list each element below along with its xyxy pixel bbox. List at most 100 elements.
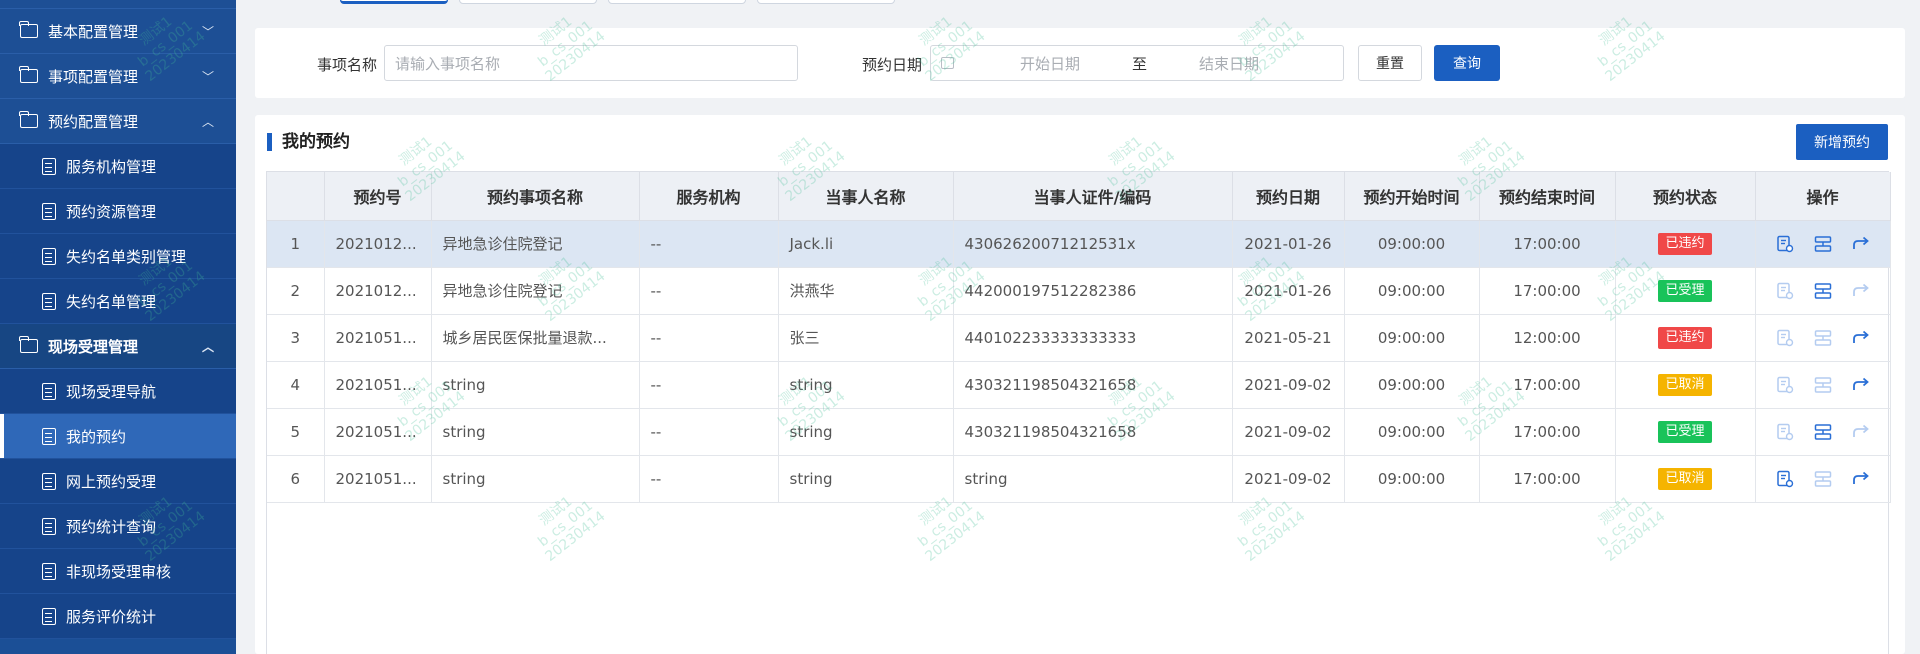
sidebar-item-stats-query[interactable]: 预约统计查询 — [0, 504, 236, 549]
sidebar-item-label: 我的预约 — [66, 427, 127, 446]
sidebar-item-blacklist-category[interactable]: 失约名单类别管理 — [0, 234, 236, 279]
row-index-cell: 4 — [267, 361, 325, 409]
reset-button[interactable]: 重置 — [1358, 45, 1422, 81]
end-time-cell: 17:00:00 — [1479, 267, 1616, 315]
tab[interactable] — [608, 0, 746, 4]
table-row[interactable]: 4 2021051... string -- string 430321198504321… — [267, 361, 1891, 409]
row-index-cell: 1 — [267, 220, 325, 268]
start-time-cell: 09:00:00 — [1344, 267, 1480, 315]
sidebar-item-label: 现场受理导航 — [66, 382, 157, 401]
start-time-cell: 09:00:00 — [1344, 220, 1480, 268]
sidebar-item-label: 预约资源管理 — [66, 202, 157, 221]
status-cell: 已受理 — [1615, 408, 1756, 456]
party-name-cell: Jack.li — [778, 220, 954, 268]
party-name-cell: 洪燕华 — [778, 267, 954, 315]
sidebar-item-blacklist[interactable]: 失约名单管理 — [0, 279, 236, 324]
document-icon — [42, 562, 56, 580]
redo-icon[interactable] — [1852, 329, 1870, 347]
tab-active[interactable] — [340, 0, 448, 4]
document-icon — [42, 292, 56, 310]
accept-icon[interactable] — [1814, 329, 1832, 347]
org-name-cell: -- — [639, 314, 779, 362]
table-header-row: 预约号 预约事项名称 服务机构 当事人名称 当事人证件/编码 预约日期 预约开始… — [267, 172, 1891, 221]
redo-icon[interactable] — [1852, 423, 1870, 441]
sidebar-item-online-accept[interactable]: 网上预约受理 — [0, 459, 236, 504]
end-time-cell: 12:00:00 — [1479, 314, 1616, 362]
document-icon — [42, 607, 56, 625]
nav-group-basic-config[interactable]: 基本配置管理 ﹀ — [0, 9, 236, 54]
document-icon — [42, 472, 56, 490]
tab[interactable] — [757, 0, 895, 4]
col-header-start-time: 预约开始时间 — [1344, 172, 1480, 221]
tab[interactable] — [459, 0, 597, 4]
col-header-party-cert: 当事人证件/编码 — [953, 172, 1233, 221]
calendar-icon — [941, 57, 954, 69]
actions-cell — [1755, 408, 1891, 456]
sidebar-item-label: 非现场受理审核 — [66, 562, 172, 581]
item-name-label: 事项名称 — [317, 56, 378, 74]
folder-icon — [19, 66, 38, 83]
end-time-cell: 17:00:00 — [1479, 361, 1616, 409]
folder-icon — [19, 111, 38, 128]
redo-icon[interactable] — [1852, 470, 1870, 488]
table-row[interactable]: 2 2021012... 异地急诊住院登记 -- 洪燕华 4420001975122823… — [267, 267, 1891, 315]
status-cell: 已取消 — [1615, 455, 1756, 503]
status-badge: 已违约 — [1658, 232, 1712, 255]
org-name-cell: -- — [639, 220, 779, 268]
detail-icon[interactable] — [1776, 235, 1794, 253]
end-time-cell: 17:00:00 — [1479, 220, 1616, 268]
item-name-cell: 异地急诊住院登记 — [431, 220, 640, 268]
col-header-appointment-no: 预约号 — [324, 172, 432, 221]
actions-cell — [1755, 455, 1891, 503]
redo-icon[interactable] — [1852, 282, 1870, 300]
org-name-cell: -- — [639, 361, 779, 409]
table-row[interactable]: 3 2021051... 城乡居民医保批量退款... -- 张三 440102233333… — [267, 314, 1891, 362]
chevron-down-icon: ﹀ — [201, 70, 214, 84]
sidebar-item-my-appointments[interactable]: 我的预约 — [0, 414, 236, 459]
detail-icon[interactable] — [1776, 282, 1794, 300]
sidebar-item-onsite-nav[interactable]: 现场受理导航 — [0, 369, 236, 414]
date-label: 预约日期 — [862, 56, 923, 74]
start-date-placeholder: 开始日期 — [1020, 54, 1081, 73]
status-cell: 已违约 — [1615, 220, 1756, 268]
nav-group-item-config[interactable]: 事项配置管理 ﹀ — [0, 54, 236, 99]
table-row[interactable]: 6 2021051... string -- string string 2021-09-0… — [267, 455, 1891, 503]
document-icon — [42, 247, 56, 265]
col-header-status: 预约状态 — [1615, 172, 1756, 221]
org-name-cell: -- — [639, 267, 779, 315]
accept-icon[interactable] — [1814, 235, 1832, 253]
query-button[interactable]: 查询 — [1434, 45, 1500, 81]
table-row[interactable]: 1 2021012... 异地急诊住院登记 -- Jack.li 430626200712… — [267, 220, 1891, 268]
table-row[interactable]: 5 2021051... string -- string 430321198504321… — [267, 408, 1891, 456]
accept-icon[interactable] — [1814, 282, 1832, 300]
sidebar-item-offsite-review[interactable]: 非现场受理审核 — [0, 549, 236, 594]
detail-icon[interactable] — [1776, 329, 1794, 347]
detail-icon[interactable] — [1776, 423, 1794, 441]
detail-icon[interactable] — [1776, 470, 1794, 488]
end-date-placeholder: 结束日期 — [1199, 54, 1260, 73]
item-name-cell: string — [431, 455, 640, 503]
nav-group-onsite[interactable]: 现场受理管理 ︿ — [0, 324, 236, 369]
accept-icon[interactable] — [1814, 423, 1832, 441]
appointment-no-cell: 2021051... — [324, 314, 432, 362]
nav-group-label: 事项配置管理 — [48, 67, 139, 86]
nav-group-appointment-config[interactable]: 预约配置管理 ︿ — [0, 99, 236, 144]
start-time-cell: 09:00:00 — [1344, 455, 1480, 503]
redo-icon[interactable] — [1852, 235, 1870, 253]
actions-cell — [1755, 220, 1891, 268]
redo-icon[interactable] — [1852, 376, 1870, 394]
date-range-picker[interactable]: 开始日期 至 结束日期 — [930, 45, 1344, 81]
sidebar-item-org-manage[interactable]: 服务机构管理 — [0, 144, 236, 189]
sidebar-item-label: 网上预约受理 — [66, 472, 157, 491]
end-time-cell: 17:00:00 — [1479, 408, 1616, 456]
party-cert-cell: 440102233333333333 — [953, 314, 1233, 362]
item-name-input[interactable]: 请输入事项名称 — [384, 45, 798, 81]
detail-icon[interactable] — [1776, 376, 1794, 394]
appointment-no-cell: 2021051... — [324, 455, 432, 503]
accept-icon[interactable] — [1814, 470, 1832, 488]
sidebar-item-service-eval[interactable]: 服务评价统计 — [0, 594, 236, 639]
sidebar-item-label: 服务机构管理 — [66, 157, 157, 176]
accept-icon[interactable] — [1814, 376, 1832, 394]
sidebar-item-resource-manage[interactable]: 预约资源管理 — [0, 189, 236, 234]
add-appointment-button[interactable]: 新增预约 — [1796, 124, 1888, 160]
